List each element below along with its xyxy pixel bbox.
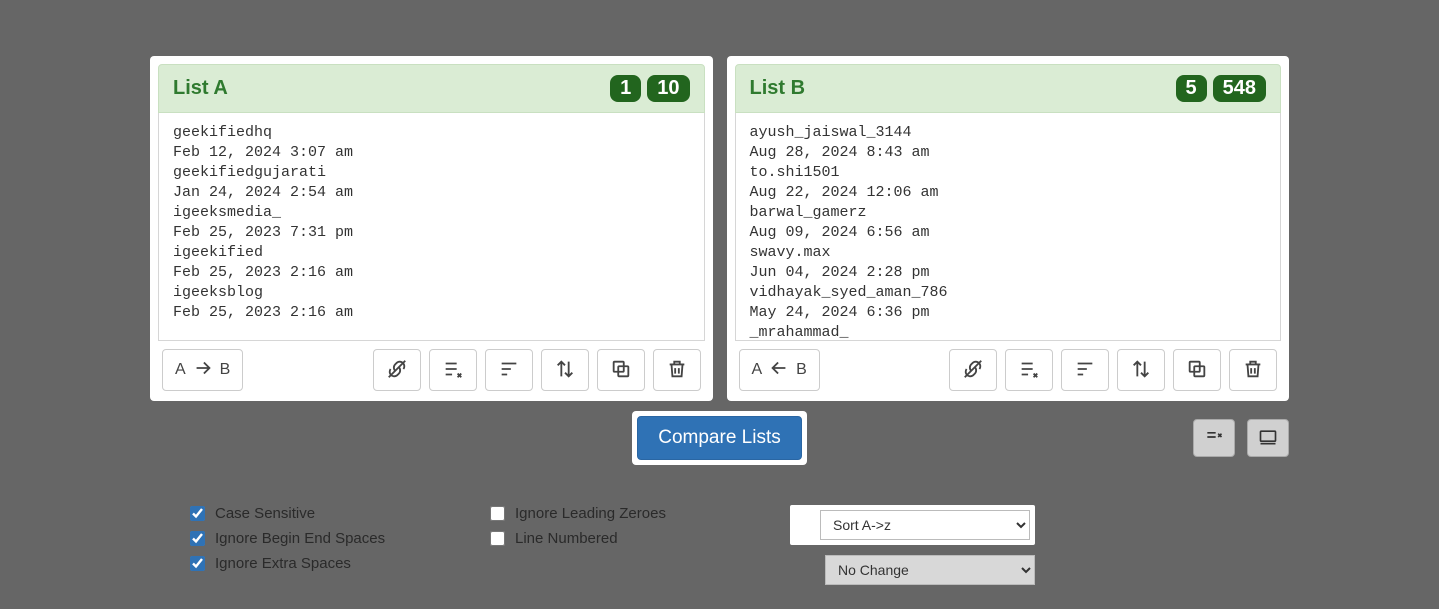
format-clear-icon [442,358,464,383]
ignore-begin-end-checkbox[interactable]: Ignore Begin End Spaces [190,530,450,547]
collapse-icon [1204,427,1224,450]
line-numbered-input[interactable] [490,531,505,546]
delete-button-a[interactable] [653,349,701,391]
list-b-content: ayush_jaiswal_3144 Aug 28, 2024 8:43 am … [750,123,1267,341]
case-sensitive-label: Case Sensitive [215,505,315,522]
copy-icon [1186,358,1208,383]
case-sensitive-input[interactable] [190,506,205,521]
case-sensitive-checkbox[interactable]: Case Sensitive [190,505,450,522]
ignore-extra-checkbox[interactable]: Ignore Extra Spaces [190,555,450,572]
delete-button-b[interactable] [1229,349,1277,391]
swap-button-b[interactable] [1117,349,1165,391]
sort-select[interactable]: Sort A->z [820,510,1030,540]
ignore-begin-end-label: Ignore Begin End Spaces [215,530,385,547]
line-numbered-checkbox[interactable]: Line Numbered [490,530,750,547]
ignore-extra-label: Ignore Extra Spaces [215,555,351,572]
list-a-badge-count: 10 [647,75,689,102]
collapse-options-button[interactable] [1193,419,1235,457]
move-b-to-a-button[interactable]: A B [739,349,820,391]
copy-button-b[interactable] [1173,349,1221,391]
list-a-panel: List A 1 10 geekifiedhq Feb 12, 2024 3:0… [150,56,713,401]
list-b-panel: List B 5 548 ayush_jaiswal_3144 Aug 28, … [727,56,1290,401]
list-a-badges: 1 10 [610,75,689,102]
list-b-textarea[interactable]: ayush_jaiswal_3144 Aug 28, 2024 8:43 am … [735,113,1282,341]
sort-icon [1074,358,1096,383]
clear-format-button-b[interactable] [1005,349,1053,391]
ignore-extra-input[interactable] [190,556,205,571]
arrow-left-icon [768,357,790,384]
list-a-title: List A [173,77,228,100]
copy-icon [610,358,632,383]
options-row: Case Sensitive Ignore Begin End Spaces I… [0,465,1439,585]
list-b-title: List B [750,77,806,100]
sort-select-wrap: Sort A->z [790,505,1035,545]
ab-b-label: B [220,361,231,379]
list-b-toolbar: A B [735,341,1282,393]
ignore-zero-input[interactable] [490,506,505,521]
unlink-icon [386,358,408,383]
ignore-begin-end-input[interactable] [190,531,205,546]
copy-button-a[interactable] [597,349,645,391]
swap-vertical-icon [554,358,576,383]
compare-lists-button[interactable]: Compare Lists [637,416,802,460]
ab-b-label-b: B [796,361,807,379]
list-a-content: geekifiedhq Feb 12, 2024 3:07 am geekifi… [173,123,690,323]
list-b-badges: 5 548 [1176,75,1267,102]
ab-a-label: A [175,361,186,379]
clear-format-button-a[interactable] [429,349,477,391]
arrow-right-icon [192,357,214,384]
list-b-header: List B 5 548 [735,64,1282,113]
list-a-header: List A 1 10 [158,64,705,113]
sort-icon [498,358,520,383]
ignore-zero-label: Ignore Leading Zeroes [515,505,666,522]
fullscreen-button[interactable] [1247,419,1289,457]
trash-icon [1242,358,1264,383]
sort-button-a[interactable] [485,349,533,391]
ab-a-label-b: A [752,361,763,379]
swap-button-a[interactable] [541,349,589,391]
sort-button-b[interactable] [1061,349,1109,391]
monitor-icon [1258,427,1278,450]
unlink-button-a[interactable] [373,349,421,391]
list-a-badge-dup: 1 [610,75,641,102]
change-select[interactable]: No Change [825,555,1035,585]
list-b-badge-count: 548 [1213,75,1266,102]
trash-icon [666,358,688,383]
swap-vertical-icon [1130,358,1152,383]
ignore-zero-checkbox[interactable]: Ignore Leading Zeroes [490,505,750,522]
list-b-badge-dup: 5 [1176,75,1207,102]
list-a-toolbar: A B [158,341,705,393]
move-a-to-b-button[interactable]: A B [162,349,243,391]
unlink-button-b[interactable] [949,349,997,391]
compare-wrap: Compare Lists [632,411,807,465]
format-clear-icon [1018,358,1040,383]
line-numbered-label: Line Numbered [515,530,618,547]
unlink-icon [962,358,984,383]
list-a-textarea[interactable]: geekifiedhq Feb 12, 2024 3:07 am geekifi… [158,113,705,341]
